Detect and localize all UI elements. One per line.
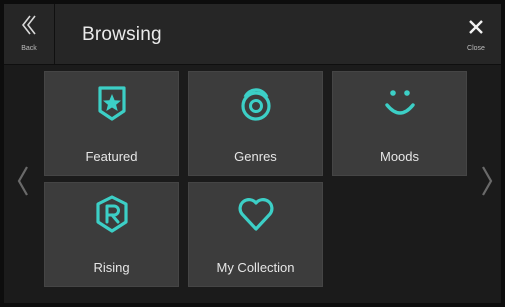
tile-moods[interactable]: Moods bbox=[332, 71, 467, 176]
double-chevron-left-icon bbox=[21, 15, 36, 35]
back-label: Back bbox=[21, 45, 37, 52]
tile-label: Genres bbox=[234, 149, 277, 164]
back-button[interactable]: Back bbox=[4, 4, 55, 64]
heart-icon bbox=[238, 198, 273, 231]
tile-genres[interactable]: Genres bbox=[188, 71, 323, 176]
chevron-right-icon[interactable] bbox=[480, 165, 494, 197]
smiley-face-icon bbox=[384, 90, 415, 115]
badge-star-icon bbox=[97, 86, 126, 121]
vinyl-record-icon bbox=[240, 88, 271, 121]
close-button[interactable]: Close bbox=[451, 4, 501, 64]
header-bar: Back Browsing Close bbox=[4, 4, 501, 65]
browsing-screen: Back Browsing Close Featured Genres Mood… bbox=[4, 4, 501, 303]
category-grid: Featured Genres Moods Rising My Collecti… bbox=[4, 65, 501, 303]
tile-label: Featured bbox=[85, 149, 138, 164]
chevron-left-icon[interactable] bbox=[16, 165, 30, 197]
rising-shield-icon bbox=[95, 195, 128, 233]
tile-label: Rising bbox=[93, 260, 130, 275]
tile-featured[interactable]: Featured bbox=[44, 71, 179, 176]
close-label: Close bbox=[467, 45, 485, 52]
tile-rising[interactable]: Rising bbox=[44, 182, 179, 287]
tile-label: Moods bbox=[379, 149, 420, 164]
page-title: Browsing bbox=[82, 24, 162, 45]
tile-my-collection[interactable]: My Collection bbox=[188, 182, 323, 287]
close-icon bbox=[469, 20, 483, 34]
tile-label: My Collection bbox=[216, 260, 295, 275]
